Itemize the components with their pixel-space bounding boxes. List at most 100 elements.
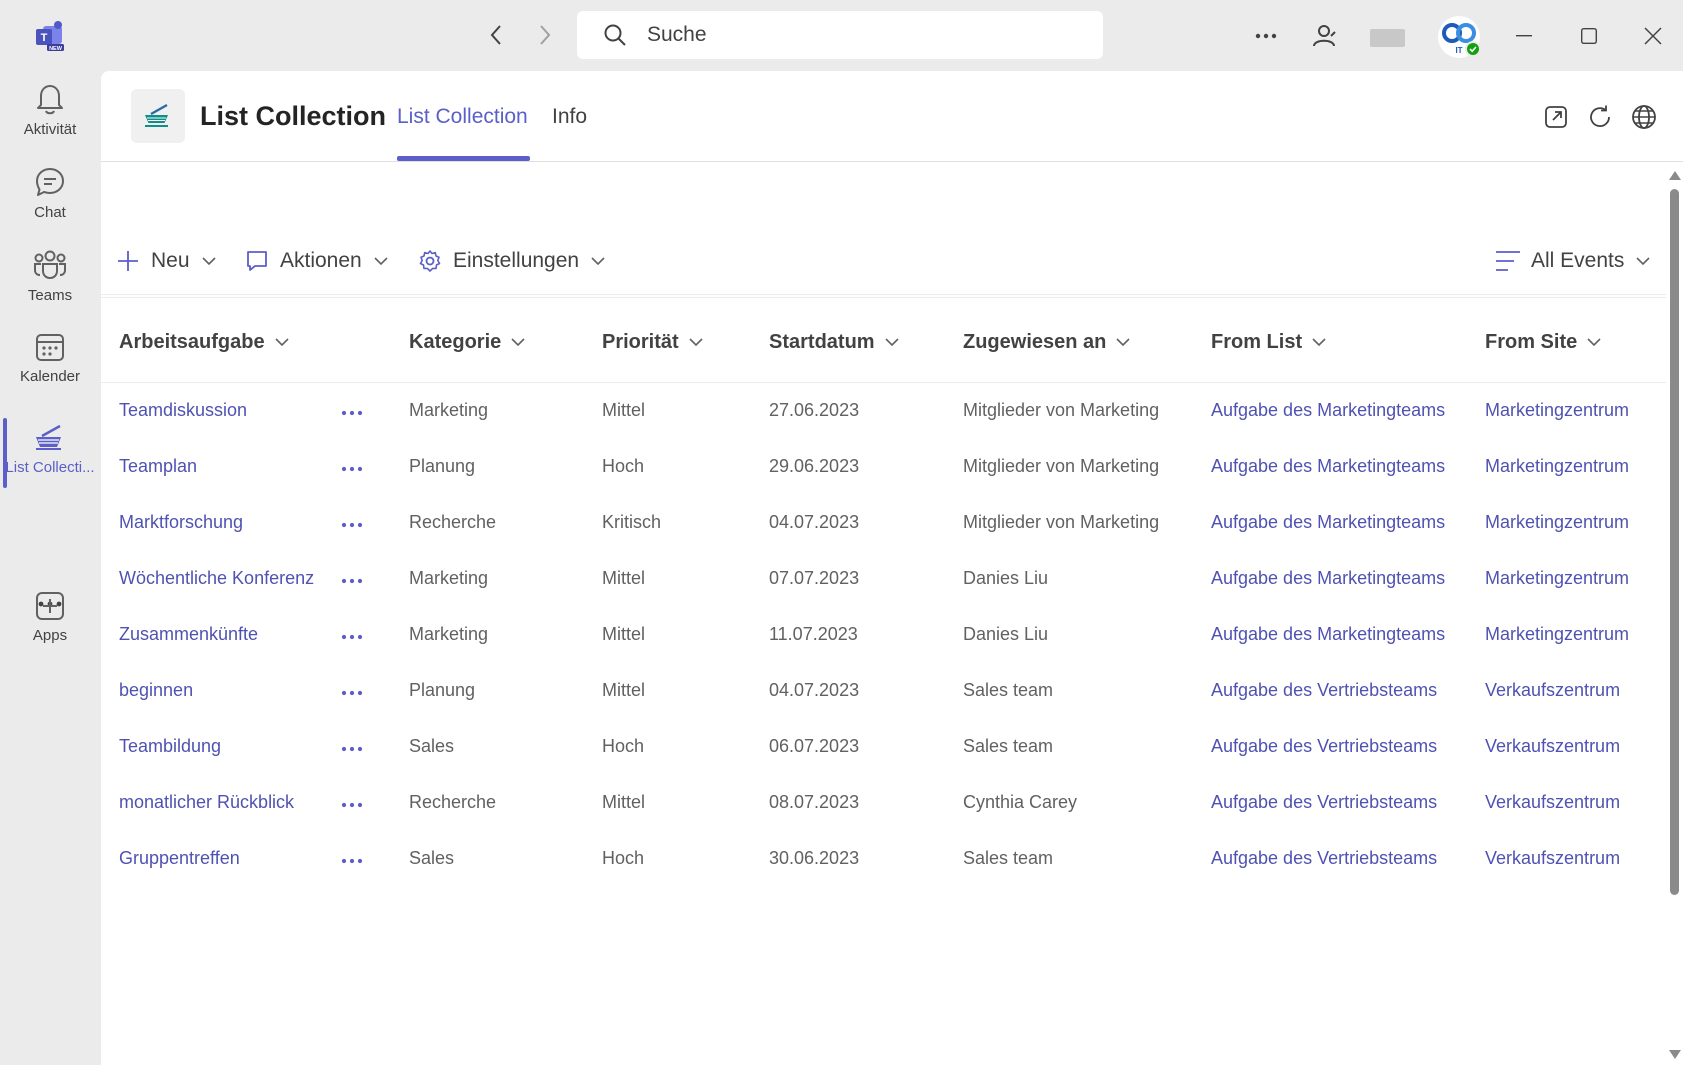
from-list-link[interactable]: Aufgabe des Marketingteams <box>1211 456 1445 477</box>
from-site-link[interactable]: Marketingzentrum <box>1485 456 1629 477</box>
column-header-assigned-to[interactable]: Zugewiesen an <box>963 331 1130 354</box>
chevron-down-icon <box>1116 338 1130 347</box>
search-input[interactable]: Suche <box>577 11 1103 59</box>
task-link[interactable]: monatlicher Rückblick <box>119 792 294 813</box>
more-icon <box>1255 33 1277 39</box>
row-more-button[interactable] <box>337 567 367 595</box>
row-more-button[interactable] <box>337 679 367 707</box>
from-site-link[interactable]: Verkaufszentrum <box>1485 736 1620 757</box>
table-row[interactable]: Teambildung Sales Hoch 06.07.2023 Sales … <box>101 721 1666 777</box>
row-more-button[interactable] <box>337 455 367 483</box>
from-site-link[interactable]: Verkaufszentrum <box>1485 848 1620 869</box>
column-header-from-site[interactable]: From Site <box>1485 331 1601 354</box>
task-link[interactable]: Teambildung <box>119 736 221 757</box>
rail-item-apps[interactable]: Apps <box>0 591 100 667</box>
refresh-icon <box>1590 105 1610 128</box>
rail-item-teams[interactable]: Teams <box>0 249 100 325</box>
tab-info[interactable]: Info <box>552 105 587 129</box>
table-row[interactable]: Gruppentreffen Sales Hoch 30.06.2023 Sal… <box>101 833 1666 889</box>
actions-button[interactable]: Aktionen <box>244 243 388 279</box>
row-more-button[interactable] <box>337 847 367 875</box>
close-button[interactable] <box>1631 16 1675 56</box>
new-button[interactable]: Neu <box>115 243 216 279</box>
from-list-link[interactable]: Aufgabe des Marketingteams <box>1211 624 1445 645</box>
view-selector[interactable]: All Events <box>1495 243 1650 279</box>
priority-cell: Hoch <box>602 736 645 756</box>
category-cell: Marketing <box>409 624 489 644</box>
from-site-link[interactable]: Marketingzentrum <box>1485 400 1629 421</box>
priority-cell: Hoch <box>602 456 645 476</box>
from-site-link[interactable]: Verkaufszentrum <box>1485 680 1620 701</box>
task-link[interactable]: Zusammenkünfte <box>119 624 258 645</box>
column-header-task[interactable]: Arbeitsaufgabe <box>119 331 289 354</box>
table-row[interactable]: Teamplan Planung Hoch 29.06.2023 Mitglie… <box>101 441 1666 497</box>
chevron-down-icon <box>885 338 899 347</box>
column-header-start-date[interactable]: Startdatum <box>769 331 899 354</box>
from-site-link[interactable]: Marketingzentrum <box>1485 624 1629 645</box>
table-row[interactable]: beginnen Planung Mittel 04.07.2023 Sales… <box>101 665 1666 721</box>
priority-cell: Mittel <box>602 568 646 588</box>
from-site-link[interactable]: Verkaufszentrum <box>1485 792 1620 813</box>
from-list-link[interactable]: Aufgabe des Vertriebsteams <box>1211 848 1437 869</box>
category-cell: Recherche <box>409 792 497 812</box>
forward-button[interactable] <box>530 20 560 50</box>
task-link[interactable]: Teamdiskussion <box>119 400 247 421</box>
row-more-button[interactable] <box>337 791 367 819</box>
table-row[interactable]: Marktforschung Recherche Kritisch 04.07.… <box>101 497 1666 553</box>
scrollbar-thumb[interactable] <box>1670 189 1679 895</box>
row-more-button[interactable] <box>337 735 367 763</box>
more-options-button[interactable] <box>1248 18 1284 54</box>
from-list-link[interactable]: Aufgabe des Vertriebsteams <box>1211 792 1437 813</box>
rail-item-label: Chat <box>34 204 66 221</box>
more-icon <box>341 634 363 640</box>
refresh-button[interactable] <box>1584 101 1616 133</box>
settings-button[interactable]: Einstellungen <box>417 243 605 279</box>
rail-item-calendar[interactable]: Kalender <box>0 332 100 408</box>
rail-item-activity[interactable]: Aktivität <box>0 83 100 159</box>
table-row[interactable]: Wöchentliche Konferenz Marketing Mittel … <box>101 553 1666 609</box>
vertical-scrollbar[interactable] <box>1666 163 1683 1065</box>
title-bar: T NEW Suche IT <box>0 0 1683 71</box>
table-row[interactable]: monatlicher Rückblick Recherche Mittel 0… <box>101 777 1666 833</box>
plus-icon <box>115 248 141 274</box>
row-more-button[interactable] <box>337 399 367 427</box>
app-rail: Aktivität Chat Teams Kalender List Colle… <box>0 71 100 1065</box>
column-header-label: Arbeitsaufgabe <box>119 331 265 353</box>
from-site-link[interactable]: Marketingzentrum <box>1485 568 1629 589</box>
back-button[interactable] <box>481 20 511 50</box>
globe-button[interactable] <box>1628 101 1660 133</box>
column-header-priority[interactable]: Priorität <box>602 331 703 354</box>
people-button[interactable] <box>1306 18 1342 54</box>
from-list-link[interactable]: Aufgabe des Vertriebsteams <box>1211 680 1437 701</box>
table-row[interactable]: Zusammenkünfte Marketing Mittel 11.07.20… <box>101 609 1666 665</box>
row-more-button[interactable] <box>337 511 367 539</box>
command-bar: Neu Aktionen Einstellungen All Events <box>101 229 1666 295</box>
start-date-cell: 27.06.2023 <box>769 400 860 420</box>
scroll-up-arrow-icon[interactable] <box>1669 171 1681 180</box>
popout-button[interactable] <box>1540 101 1572 133</box>
minimize-button[interactable] <box>1502 16 1546 56</box>
rail-item-list-collection[interactable]: List Collecti... <box>0 423 100 499</box>
row-more-button[interactable] <box>337 623 367 651</box>
maximize-button[interactable] <box>1567 16 1611 56</box>
tab-list-collection[interactable]: List Collection <box>397 105 528 129</box>
scroll-down-arrow-icon[interactable] <box>1669 1050 1681 1059</box>
from-site-link[interactable]: Marketingzentrum <box>1485 512 1629 533</box>
chevron-down-icon <box>374 256 388 266</box>
rail-item-chat[interactable]: Chat <box>0 166 100 242</box>
category-cell: Planung <box>409 456 476 476</box>
from-list-link[interactable]: Aufgabe des Marketingteams <box>1211 512 1445 533</box>
task-link[interactable]: Marktforschung <box>119 512 243 533</box>
task-link[interactable]: beginnen <box>119 680 193 701</box>
task-link[interactable]: Gruppentreffen <box>119 848 240 869</box>
organization-placeholder[interactable] <box>1370 29 1405 47</box>
from-list-link[interactable]: Aufgabe des Marketingteams <box>1211 400 1445 421</box>
table-row[interactable]: Teamdiskussion Marketing Mittel 27.06.20… <box>101 385 1666 441</box>
task-link[interactable]: Wöchentliche Konferenz <box>119 568 314 589</box>
column-header-category[interactable]: Kategorie <box>409 331 525 354</box>
from-list-link[interactable]: Aufgabe des Vertriebsteams <box>1211 736 1437 757</box>
from-list-link[interactable]: Aufgabe des Marketingteams <box>1211 568 1445 589</box>
task-link[interactable]: Teamplan <box>119 456 197 477</box>
maximize-icon <box>1581 28 1597 44</box>
column-header-from-list[interactable]: From List <box>1211 331 1326 354</box>
